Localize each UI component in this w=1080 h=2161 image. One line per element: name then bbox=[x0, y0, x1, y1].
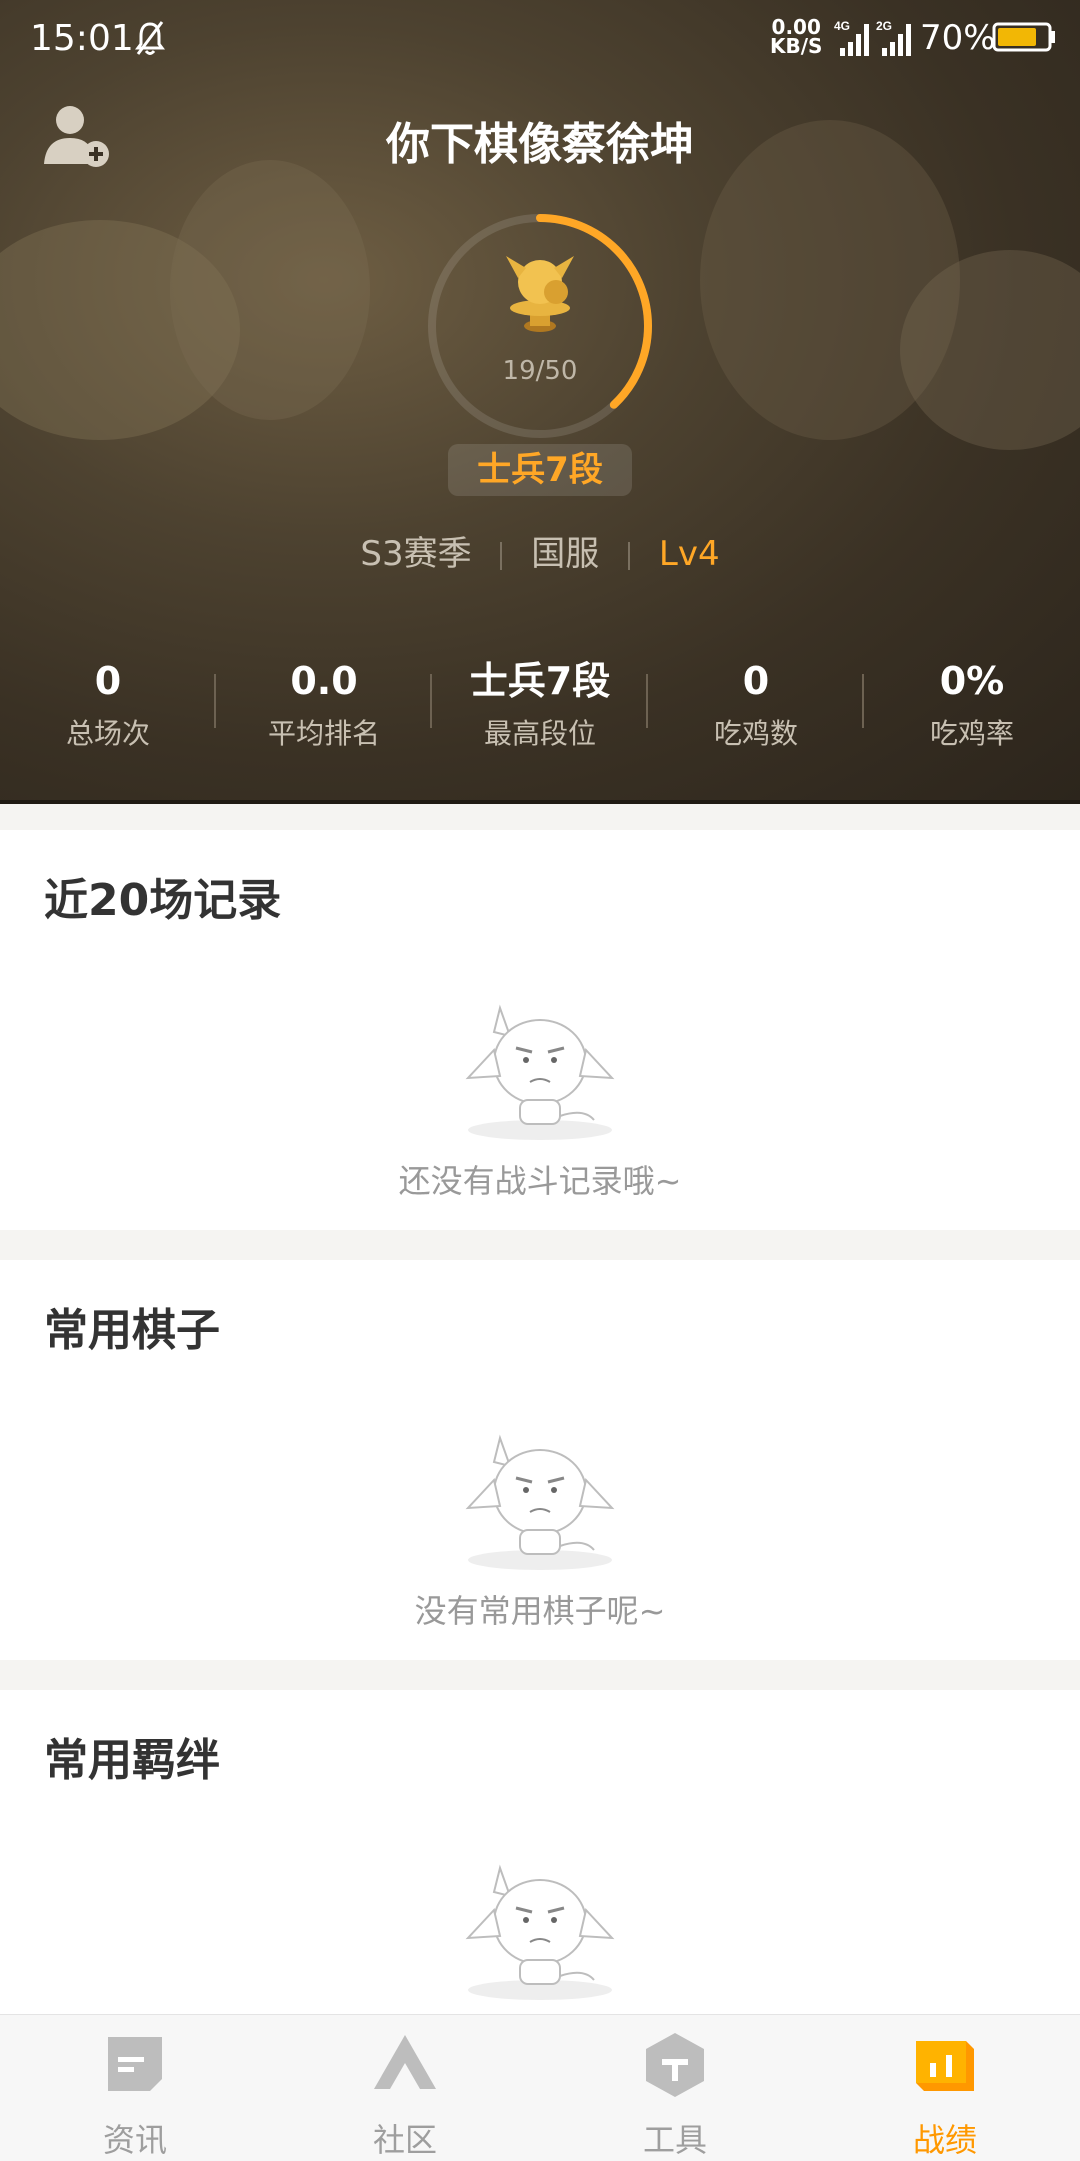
tab-tools[interactable]: 工具 bbox=[540, 2015, 810, 2161]
section-title: 常用棋子 bbox=[44, 1305, 220, 1356]
tab-news[interactable]: 资讯 bbox=[0, 2015, 270, 2161]
tab-record[interactable]: 战绩 bbox=[810, 2015, 1080, 2161]
record-icon bbox=[916, 2041, 974, 2091]
svg-text:4G: 4G bbox=[834, 19, 850, 33]
tab-label: 资讯 bbox=[102, 2121, 167, 2159]
profile-meta: S3赛季 国服 Lv4 bbox=[0, 526, 1080, 575]
stat-highest-rank: 士兵7段 最高段位 bbox=[469, 659, 611, 750]
stat-win-rate: 0% 吃鸡率 bbox=[929, 659, 1014, 750]
stat-total-games: 0 总场次 bbox=[65, 659, 150, 750]
news-icon bbox=[108, 2037, 162, 2091]
rank-badge: 士兵7段 bbox=[448, 444, 632, 496]
rank-progress-text: 19/50 bbox=[502, 356, 578, 386]
svg-text:2G: 2G bbox=[876, 19, 892, 33]
status-bar: 15:01 0.00 KB/S 4G 2G 70% bbox=[0, 0, 1080, 78]
tab-label: 工具 bbox=[642, 2121, 707, 2159]
community-icon bbox=[374, 2035, 436, 2089]
common-pieces-card: 常用棋子 没有常用棋子呢~ bbox=[0, 1260, 1080, 1660]
level-label: Lv4 bbox=[658, 534, 720, 574]
tab-label: 社区 bbox=[372, 2121, 437, 2159]
rank-trophy-icon bbox=[506, 256, 574, 332]
recent-matches-card: 近20场记录 还没有战斗记录哦~ bbox=[0, 830, 1080, 1230]
empty-state-text: 还没有战斗记录哦~ bbox=[398, 1162, 682, 1200]
section-title: 常用羁绊 bbox=[44, 1735, 220, 1786]
divider bbox=[500, 541, 503, 570]
divider bbox=[628, 541, 631, 570]
season-label: S3赛季 bbox=[360, 534, 472, 574]
section-title: 近20场记录 bbox=[44, 875, 282, 926]
stat-wins: 0 吃鸡数 bbox=[713, 659, 798, 750]
server-label: 国服 bbox=[531, 534, 600, 574]
profile-header: 15:01 0.00 KB/S 4G 2G 70% 你下棋像蔡徐坤 19/50 … bbox=[0, 0, 1080, 804]
empty-mascot-icon bbox=[465, 1434, 615, 1570]
stats-row: 0 总场次 0.0 平均排名 士兵7段 最高段位 0 吃鸡数 0% 吃鸡率 bbox=[0, 656, 1080, 756]
battery-percent: 70% bbox=[920, 18, 996, 58]
status-time: 15:01 bbox=[30, 18, 134, 59]
common-synergies-card: 常用羁绊 bbox=[0, 1690, 1080, 2014]
bottom-tab-bar: 资讯 社区 工具 战绩 bbox=[0, 2014, 1080, 2161]
signal-2g-icon: 2G bbox=[876, 19, 911, 56]
tab-label: 战绩 bbox=[912, 2121, 977, 2159]
rank-progress-ring bbox=[428, 214, 652, 438]
network-speed: 0.00 KB/S bbox=[770, 15, 823, 58]
empty-mascot-icon bbox=[465, 1004, 615, 1140]
mute-bell-icon bbox=[135, 21, 165, 55]
player-name: 你下棋像蔡徐坤 bbox=[386, 119, 694, 170]
battery-icon bbox=[992, 22, 1055, 52]
empty-state-text: 没有常用棋子呢~ bbox=[414, 1592, 666, 1630]
tab-community[interactable]: 社区 bbox=[270, 2015, 540, 2161]
stat-avg-rank: 0.0 平均排名 bbox=[267, 659, 380, 750]
signal-4g-icon: 4G bbox=[834, 19, 869, 56]
tools-icon bbox=[646, 2033, 704, 2097]
empty-mascot-icon bbox=[465, 1864, 615, 2000]
